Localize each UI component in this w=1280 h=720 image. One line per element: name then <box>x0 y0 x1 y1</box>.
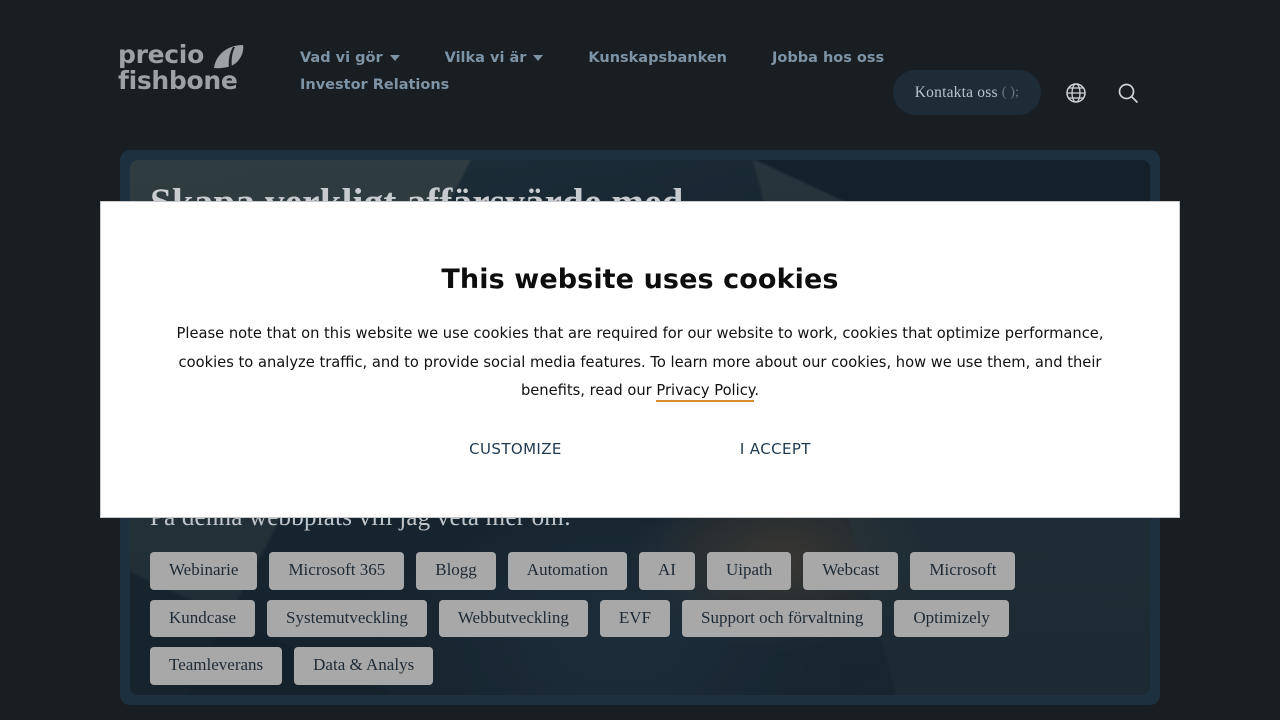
nav-item-label: Vad vi gör <box>300 50 383 66</box>
topic-tag[interactable]: EVF <box>599 599 670 638</box>
accept-cookies-button[interactable]: I ACCEPT <box>740 440 811 458</box>
globe-icon <box>1066 82 1086 103</box>
nav-row-primary: Vad vi gör Vilka vi är Kunskapsbanken Jo… <box>300 50 884 66</box>
search-button[interactable] <box>1111 76 1145 110</box>
page-below-hero <box>0 705 1280 720</box>
topic-tag[interactable]: Optimizely <box>894 599 1009 638</box>
topic-tag[interactable]: Blogg <box>416 552 496 590</box>
cookie-dialog-title: This website uses cookies <box>441 264 839 295</box>
contact-us-button[interactable]: Kontakta oss ( ); <box>893 70 1041 115</box>
nav-item-jobba-hos-oss[interactable]: Jobba hos oss <box>772 50 884 66</box>
topic-tag[interactable]: Teamleverans <box>150 647 283 686</box>
cookie-consent-dialog: This website uses cookies Please note th… <box>100 201 1180 518</box>
topic-tag[interactable]: Support och förvaltning <box>681 599 883 638</box>
nav-row-secondary: Investor Relations <box>300 77 860 93</box>
nav-item-kunskapsbanken[interactable]: Kunskapsbanken <box>588 50 727 66</box>
nav-item-investor-relations[interactable]: Investor Relations <box>300 77 449 93</box>
logo-text-line2: fishbone <box>118 66 238 95</box>
topic-tag[interactable]: Microsoft 365 <box>269 552 405 590</box>
chevron-down-icon <box>533 55 544 61</box>
nav-item-label: Vilka vi är <box>444 50 527 66</box>
topic-tag-list: Webinarie Microsoft 365 Blogg Automation AI U… <box>150 552 1055 686</box>
topic-tag[interactable]: Uipath <box>706 552 792 590</box>
topic-tag[interactable]: Automation <box>507 552 628 590</box>
topic-tag[interactable]: Data & Analys <box>294 647 434 686</box>
topic-tag[interactable]: Microsoft <box>910 552 1016 590</box>
topic-tag[interactable]: Kundcase <box>150 599 256 638</box>
language-selector-button[interactable] <box>1059 76 1093 110</box>
contact-us-label: Kontakta oss <box>914 83 998 101</box>
main-navigation: Vad vi gör Vilka vi är Kunskapsbanken Jo… <box>300 50 884 93</box>
topic-tag[interactable]: Systemutveckling <box>267 599 427 638</box>
topic-tag[interactable]: AI <box>639 552 695 590</box>
nav-item-vilka-vi-ar[interactable]: Vilka vi är <box>445 50 544 66</box>
cookie-body-text-end: . <box>754 382 760 399</box>
chevron-down-icon <box>389 55 400 61</box>
search-icon <box>1118 83 1138 103</box>
contact-us-suffix: ( ); <box>1001 84 1020 100</box>
swoosh-logo-icon <box>214 45 244 69</box>
topic-tag[interactable]: Webcast <box>803 552 899 590</box>
nav-item-vad-vi-gor[interactable]: Vad vi gör <box>300 50 400 66</box>
topic-tag[interactable]: Webinarie <box>150 552 258 590</box>
header-actions: Kontakta oss ( ); <box>893 70 1280 115</box>
privacy-policy-link[interactable]: Privacy Policy <box>656 382 755 402</box>
cookie-dialog-body: Please note that on this website we use … <box>170 320 1110 406</box>
cookie-dialog-actions: CUSTOMIZE I ACCEPT <box>161 440 1119 458</box>
customize-cookies-button[interactable]: CUSTOMIZE <box>469 440 562 458</box>
topic-tag[interactable]: Webbutveckling <box>438 599 588 638</box>
cookie-body-text: Please note that on this website we use … <box>176 325 1104 399</box>
site-logo[interactable]: precio fishbone <box>118 42 248 100</box>
site-header: precio fishbone Vad vi gör Vilka vi är K… <box>0 0 1280 130</box>
